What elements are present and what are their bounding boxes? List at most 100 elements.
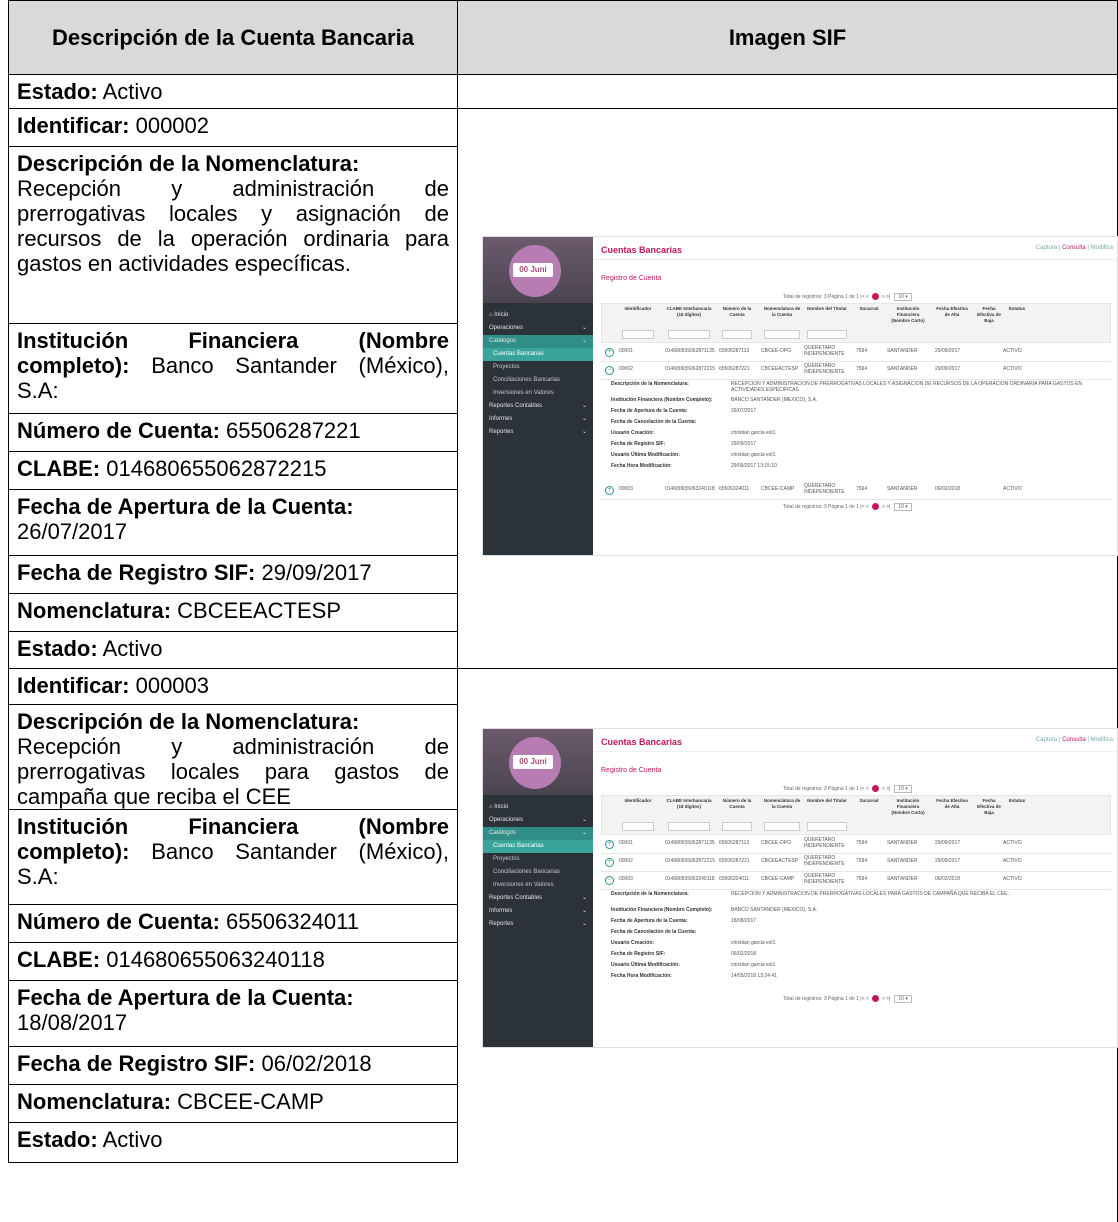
column-header[interactable]: Sucursal [857, 798, 881, 804]
field-label: Estado: [17, 636, 98, 661]
column-header[interactable]: Identificador [620, 798, 656, 804]
expand-icon[interactable]: + [605, 858, 614, 867]
sidebar-item[interactable]: Proyectos [483, 853, 593, 866]
table-row[interactable]: +00003 014680655063240118 65506324011 CBCEE… [601, 481, 1111, 500]
sidebar-item[interactable]: Catálogos ⌄ [483, 335, 593, 348]
top-link-modifica[interactable]: Modifica [1091, 245, 1113, 251]
chevron-down-icon: ⌄ [581, 416, 587, 422]
pager-next-icon[interactable]: > >| [882, 996, 891, 1002]
accounts-grid: Identificador CLABE Interbancaria (18 díg… [601, 795, 1111, 1045]
top-link-modifica[interactable]: Modifica [1091, 737, 1113, 743]
sidebar-item[interactable]: Proyectos [483, 361, 593, 374]
pager-prev-icon[interactable]: |< < [859, 996, 869, 1002]
sidebar-item[interactable]: Reportes ⌄ [483, 426, 593, 439]
page-size-select[interactable]: 10 ▾ [894, 995, 912, 1003]
pager-prev-icon[interactable]: |< < [859, 786, 869, 792]
column-header[interactable]: Identificador [620, 306, 656, 312]
page-title: Cuentas Bancarias [601, 245, 683, 255]
top-link-captura[interactable]: Captura [1036, 737, 1057, 743]
pager-next-icon[interactable]: > >| [882, 294, 891, 300]
column-header[interactable]: Fecha Efectiva de Baja [977, 306, 1001, 324]
column-header[interactable]: Nombre del Titular [805, 798, 849, 804]
cell-institucion: Institución Financiera (Nombre completo)… [8, 324, 458, 414]
page-size-select[interactable]: 10 ▾ [894, 785, 912, 793]
pager-current-page[interactable] [871, 293, 879, 301]
sidebar-item[interactable]: Operaciones ⌄ [483, 814, 593, 827]
sidebar-item[interactable]: Cuentas Bancarias [483, 348, 593, 361]
column-header[interactable]: Fecha Efectiva de Alta [936, 798, 968, 810]
field-value: 65506324011 [226, 909, 360, 934]
column-header[interactable]: Institución Financiera (Nombre Corto) [888, 306, 928, 324]
top-link-captura[interactable]: Captura [1036, 245, 1057, 251]
collapse-icon[interactable]: − [605, 876, 614, 885]
column-header[interactable]: Número de la Cuenta [720, 306, 754, 318]
column-filter-input[interactable] [764, 330, 800, 339]
sidebar-item[interactable]: Conciliaciones Bancarias [483, 866, 593, 879]
column-header[interactable]: Fecha Efectiva de Baja [977, 798, 1001, 816]
table-row[interactable]: −00002 014680655062872215 65506287221 CBCEE… [601, 361, 1111, 380]
sidebar-item[interactable]: ⌂ Inicio [483, 309, 593, 322]
column-filter-input[interactable] [622, 822, 654, 831]
pager: Total de registros: 3 Página 1 de 1 |< <… [783, 995, 912, 1003]
column-header[interactable]: CLABE Interbancaria (18 dígitos) [666, 798, 712, 810]
sidebar-item[interactable]: Catálogos ⌄ [483, 827, 593, 840]
top-link-consulta[interactable]: Consulta [1062, 737, 1086, 743]
table-cell: 7594 [856, 486, 868, 492]
column-header[interactable]: Estatus [1004, 798, 1030, 804]
table-row[interactable]: +00001 014680655062871135 65506287113 CBCEE… [601, 835, 1111, 854]
column-filter-input[interactable] [764, 822, 800, 831]
pager: Total de registros: 3 Página 1 de 1 |< <… [783, 503, 912, 511]
sidebar-item[interactable]: Reportes Contables ⌄ [483, 400, 593, 413]
sidebar-item[interactable]: Inversiones en Valores [483, 387, 593, 400]
table-row[interactable]: −00003 014680655063240118 65506324011 CBCEE… [601, 871, 1111, 890]
detail-value: christian garcia ext1 [731, 430, 776, 436]
column-filter-input[interactable] [722, 330, 752, 339]
cell-estado: Estado: Activo [8, 632, 458, 669]
expand-icon[interactable]: + [605, 486, 614, 495]
collapse-icon[interactable]: − [605, 366, 614, 375]
column-header[interactable]: Estatus [1004, 306, 1030, 312]
pager-current-page[interactable] [871, 503, 879, 511]
pager-page: Página 1 de 1 [828, 504, 859, 510]
expand-icon[interactable]: + [605, 840, 614, 849]
column-header[interactable]: Institución Financiera (Nombre Corto) [888, 798, 928, 816]
sidebar-item[interactable]: ⌂ Inicio [483, 801, 593, 814]
column-filter-input[interactable] [668, 822, 710, 831]
column-header[interactable]: CLABE Interbancaria (18 dígitos) [666, 306, 712, 318]
field-label: CLABE: [17, 456, 101, 481]
sidebar-item[interactable]: Informes ⌄ [483, 413, 593, 426]
table-cell: ACTIVO [1003, 486, 1022, 492]
expand-icon[interactable]: + [605, 348, 614, 357]
pager-next-icon[interactable]: > >| [882, 504, 891, 510]
page-size-select[interactable]: 10 ▾ [894, 503, 912, 511]
table-cell: ACTIVO [1003, 348, 1022, 354]
column-header[interactable]: Fecha Efectiva de Alta [936, 306, 968, 318]
column-filter-input[interactable] [807, 822, 847, 831]
pager-current-page[interactable] [871, 785, 879, 793]
table-row[interactable]: +00002 014680655062872215 65506287221 CBCEE… [601, 853, 1111, 872]
pager-prev-icon[interactable]: |< < [859, 504, 869, 510]
table-row[interactable]: +00001 014680655062871135 65506287113 CBCEE… [601, 343, 1111, 362]
sidebar-item[interactable]: Conciliaciones Bancarias [483, 374, 593, 387]
column-filter-input[interactable] [622, 330, 654, 339]
column-header[interactable]: Nomenclatura de la Cuenta [762, 798, 802, 810]
column-header[interactable]: Nombre del Titular [805, 306, 849, 312]
sidebar-item[interactable]: Reportes ⌄ [483, 918, 593, 931]
column-header[interactable]: Nomenclatura de la Cuenta [762, 306, 802, 318]
pager-current-page[interactable] [871, 995, 879, 1003]
sidebar-item[interactable]: Inversiones en Valores [483, 879, 593, 892]
page-size-select[interactable]: 10 ▾ [894, 293, 912, 301]
column-filter-input[interactable] [722, 822, 752, 831]
sidebar-item[interactable]: Informes ⌄ [483, 905, 593, 918]
column-filter-input[interactable] [807, 330, 847, 339]
pager-prev-icon[interactable]: |< < [859, 294, 869, 300]
detail-value: christian garcia ext1 [731, 452, 776, 458]
pager-next-icon[interactable]: > >| [882, 786, 891, 792]
sidebar-item[interactable]: Reportes Contables ⌄ [483, 892, 593, 905]
sidebar-item[interactable]: Cuentas Bancarias [483, 840, 593, 853]
column-header[interactable]: Sucursal [857, 306, 881, 312]
sidebar-item[interactable]: Operaciones ⌄ [483, 322, 593, 335]
column-header[interactable]: Número de la Cuenta [720, 798, 754, 810]
column-filter-input[interactable] [668, 330, 710, 339]
top-link-consulta[interactable]: Consulta [1062, 245, 1086, 251]
